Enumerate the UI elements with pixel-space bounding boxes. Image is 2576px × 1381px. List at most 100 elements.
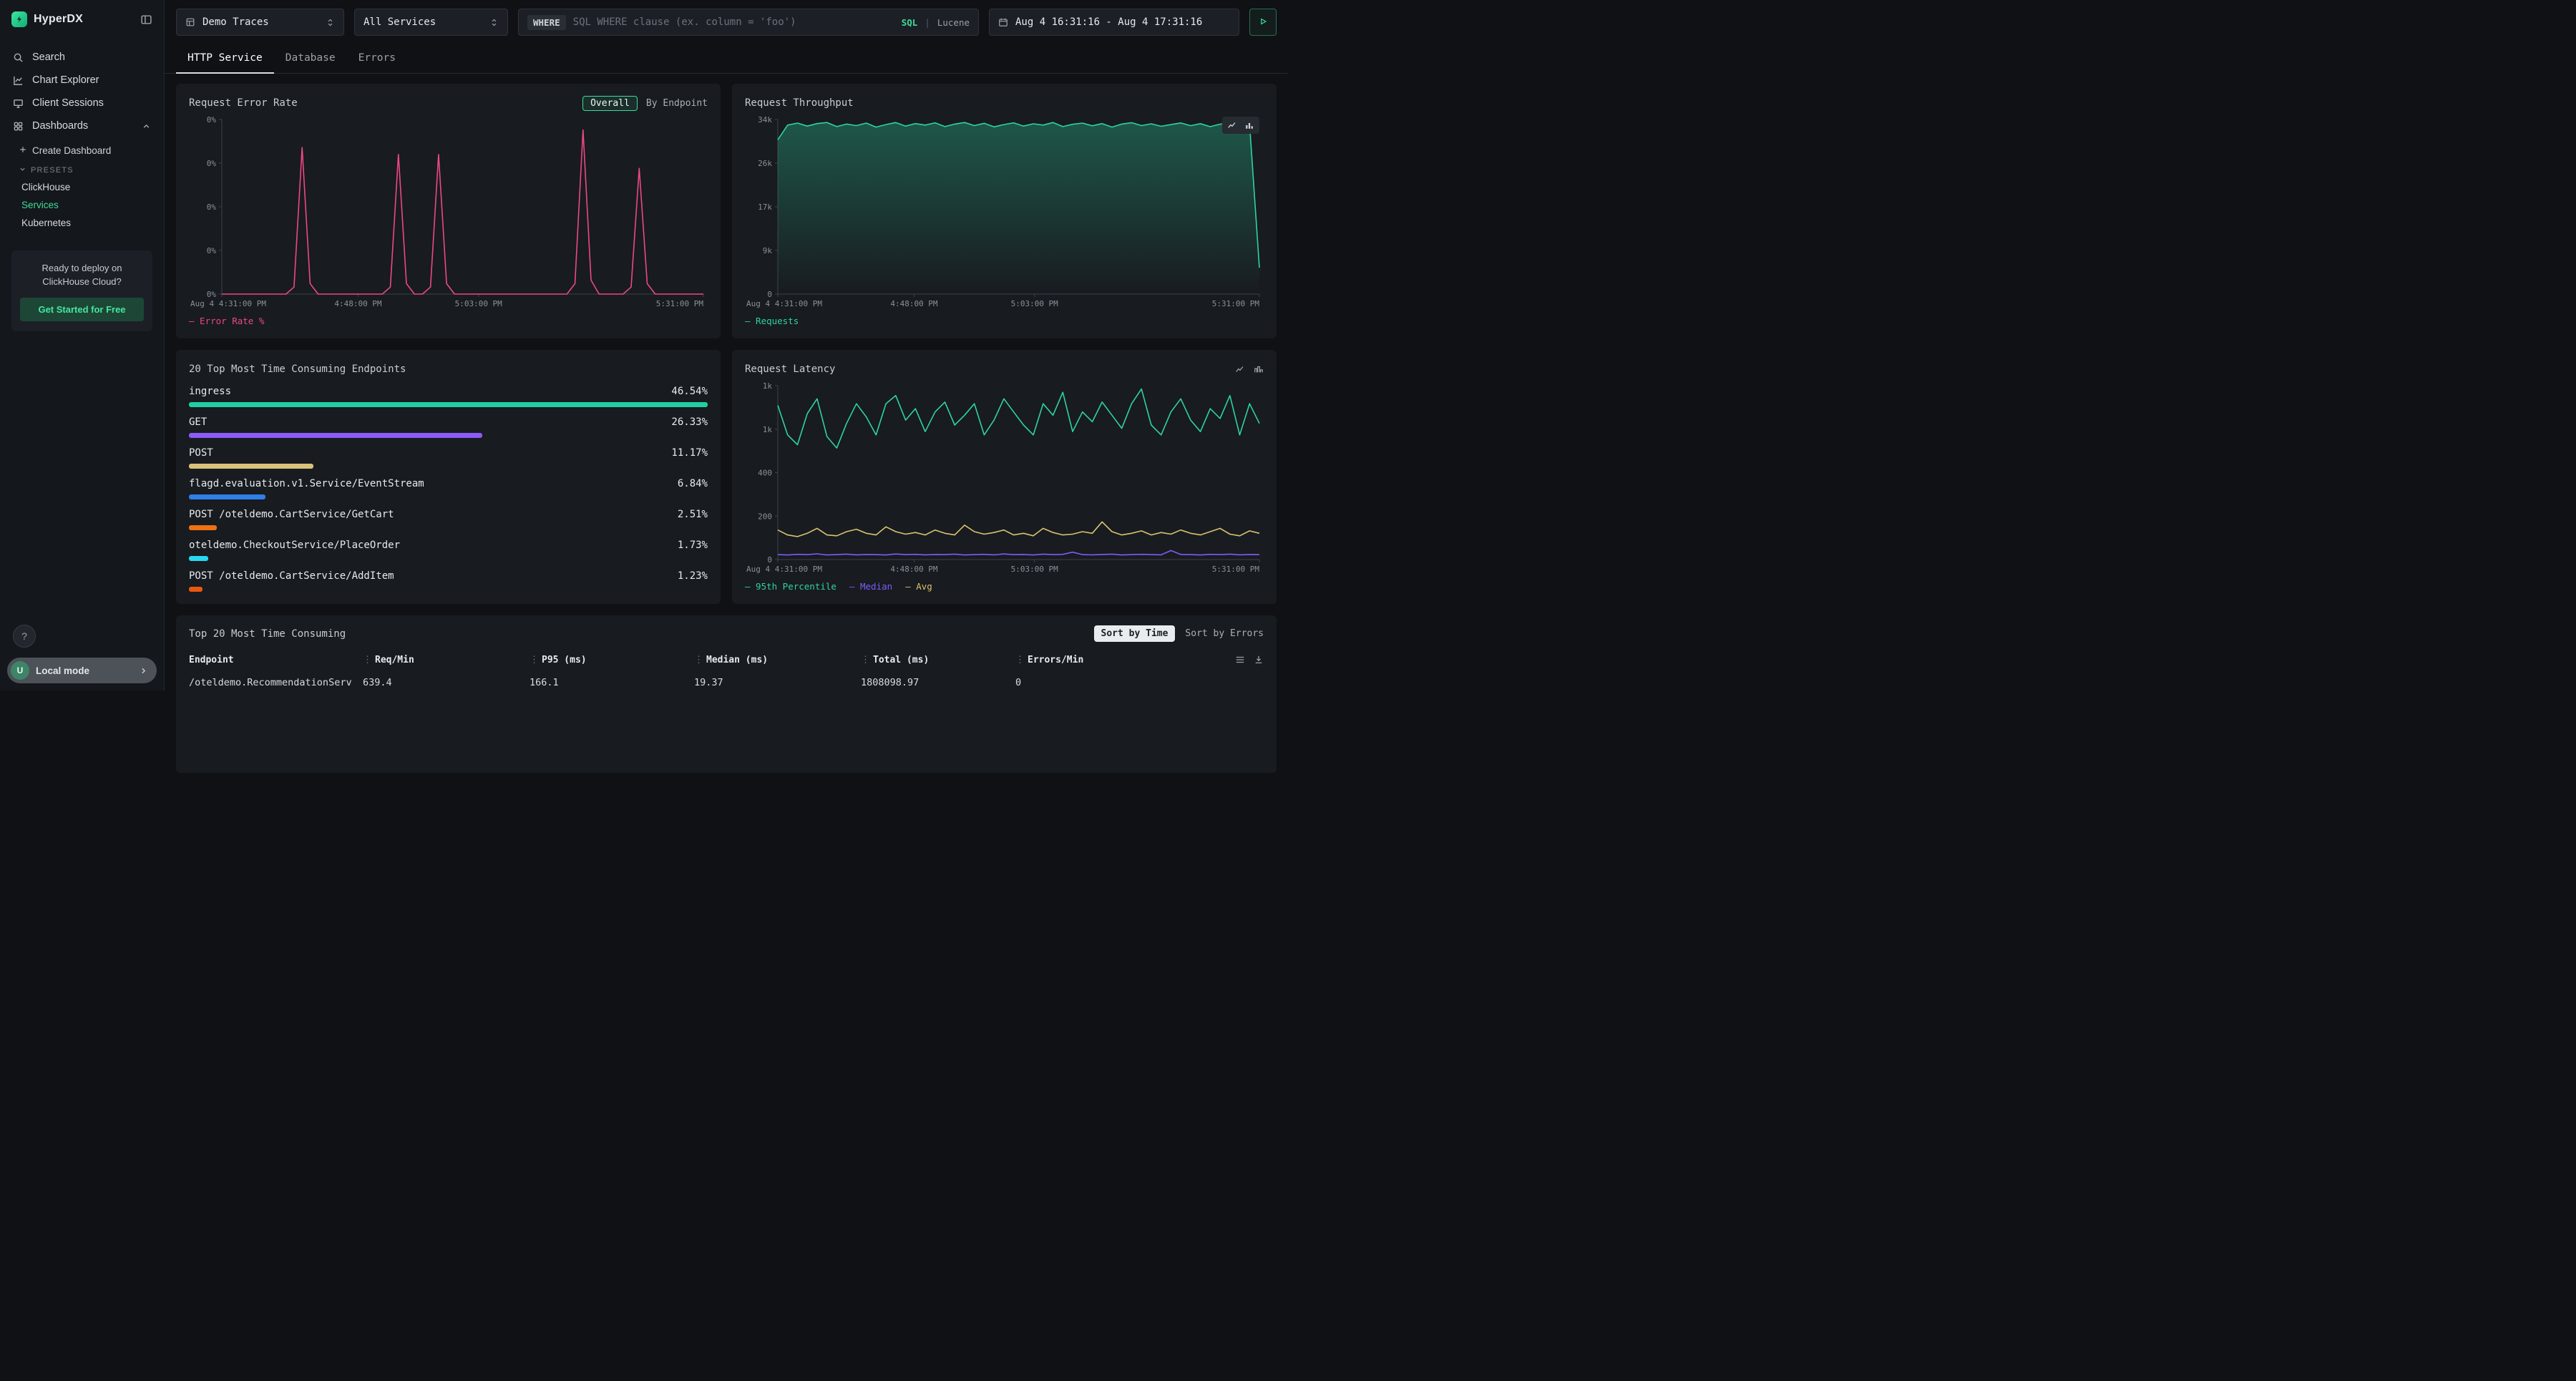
endpoint-bar-item[interactable]: flagd.evaluation.v1.Service/EventStream6… — [189, 478, 708, 499]
sidebar-item-search[interactable]: Search — [0, 46, 164, 69]
time-range-value: Aug 4 16:31:16 - Aug 4 17:31:16 — [1015, 16, 1202, 28]
svg-text:0: 0 — [767, 290, 772, 299]
column-menu-icon[interactable]: ⋮ — [1015, 655, 1025, 665]
legend-item[interactable]: — Median — [849, 581, 892, 594]
sidebar-item-clickhouse[interactable]: ClickHouse — [0, 178, 164, 196]
source-select-value: Demo Traces — [203, 16, 318, 28]
table-cell: 19.37 — [694, 677, 855, 688]
rows-icon[interactable] — [1235, 655, 1245, 665]
presets-toggle[interactable]: PRESETS — [0, 161, 164, 178]
svg-text:0%: 0% — [207, 115, 217, 125]
panel-request-error-rate: Request Error Rate Overall By Endpoint 0… — [176, 84, 721, 338]
legend-item[interactable]: — Avg — [905, 581, 932, 594]
svg-text:5:31:00 PM: 5:31:00 PM — [656, 299, 704, 308]
sidebar-item-chart-explorer[interactable]: Chart Explorer — [0, 69, 164, 92]
svg-text:0: 0 — [767, 555, 772, 565]
svg-text:4:48:00 PM: 4:48:00 PM — [890, 565, 938, 574]
sidebar-item-client-sessions[interactable]: Client Sessions — [0, 92, 164, 114]
legend-item[interactable]: — Error Rate % — [189, 316, 264, 328]
col-req-min[interactable]: ⋮Req/Min — [363, 655, 524, 665]
language-sql-toggle[interactable]: SQL — [902, 17, 918, 28]
chart-type-toggle — [1235, 364, 1264, 374]
tab-errors[interactable]: Errors — [347, 44, 407, 74]
sidebar-item-kubernetes[interactable]: Kubernetes — [0, 214, 164, 232]
column-menu-icon[interactable]: ⋮ — [694, 655, 703, 665]
latency-legend: — 95th Percentile — Median — Avg — [745, 581, 1264, 594]
endpoint-bar-item[interactable]: POST11.17% — [189, 447, 708, 469]
run-query-button[interactable] — [1249, 9, 1277, 36]
search-input[interactable] — [573, 16, 894, 28]
help-button[interactable]: ? — [13, 625, 36, 648]
col-errors-min[interactable]: ⋮Errors/Min — [1015, 655, 1215, 665]
search-icon — [13, 52, 24, 63]
svg-text:5:31:00 PM: 5:31:00 PM — [1212, 565, 1260, 574]
where-chip: WHERE — [527, 15, 566, 30]
endpoint-label: POST /oteldemo.CartService/GetCart — [189, 509, 394, 520]
sidebar-header: HyperDX — [0, 0, 164, 36]
table-row[interactable]: /oteldemo.RecommendationServ639.4166.119… — [189, 677, 1264, 688]
sort-by-errors-button[interactable]: Sort by Errors — [1185, 628, 1264, 639]
endpoint-bar — [189, 402, 708, 407]
panel-top-time-consuming-table: Top 20 Most Time Consuming Sort by Time … — [176, 615, 1277, 773]
svg-text:Aug 4 4:31:00 PM: Aug 4 4:31:00 PM — [746, 299, 822, 308]
svg-text:Aug 4 4:31:00 PM: Aug 4 4:31:00 PM — [190, 299, 266, 308]
col-p95[interactable]: ⋮P95 (ms) — [530, 655, 688, 665]
error-rate-chart[interactable]: 0%0%0%0%0%Aug 4 4:31:00 PM4:48:00 PM5:03… — [189, 112, 708, 313]
col-total[interactable]: ⋮Total (ms) — [861, 655, 1010, 665]
local-mode-pill[interactable]: U Local mode — [7, 658, 157, 683]
endpoint-bar-item[interactable]: ingress46.54% — [189, 386, 708, 407]
endpoint-bar-item[interactable]: GET26.33% — [189, 416, 708, 438]
sort-by-time-button[interactable]: Sort by Time — [1094, 625, 1176, 642]
sidebar-item-dashboards[interactable]: Dashboards — [0, 114, 164, 137]
line-chart-icon[interactable] — [1227, 120, 1237, 130]
sidebar-item-label: Search — [32, 52, 65, 63]
sidebar-collapse-icon[interactable] — [140, 14, 152, 26]
get-started-button[interactable]: Get Started for Free — [20, 298, 144, 321]
presets-label: PRESETS — [31, 166, 74, 175]
panel-title: 20 Top Most Time Consuming Endpoints — [189, 363, 406, 375]
throughput-chart[interactable]: 09k17k26k34kAug 4 4:31:00 PM4:48:00 PM5:… — [745, 112, 1264, 313]
column-menu-icon[interactable]: ⋮ — [530, 655, 539, 665]
endpoint-label: ingress — [189, 386, 231, 397]
table-cell: /oteldemo.RecommendationServ — [189, 677, 357, 688]
chart-line-icon — [13, 75, 24, 86]
language-lucene-toggle[interactable]: Lucene — [937, 17, 970, 28]
overall-toggle[interactable]: Overall — [582, 96, 638, 111]
panel-title: Request Latency — [745, 363, 835, 375]
table-cell: 166.1 — [530, 677, 688, 688]
tab-database[interactable]: Database — [274, 44, 347, 74]
legend-item[interactable]: — 95th Percentile — [745, 581, 836, 594]
histogram-icon[interactable] — [1254, 364, 1264, 374]
col-endpoint[interactable]: Endpoint — [189, 655, 357, 665]
svg-text:0%: 0% — [207, 290, 217, 299]
create-dashboard-label: Create Dashboard — [32, 145, 111, 156]
source-select[interactable]: Demo Traces — [176, 9, 344, 36]
bar-chart-icon[interactable] — [1244, 120, 1254, 130]
line-chart-icon[interactable] — [1235, 364, 1245, 374]
column-menu-icon[interactable]: ⋮ — [363, 655, 372, 665]
service-select[interactable]: All Services — [354, 9, 508, 36]
download-icon[interactable] — [1254, 655, 1264, 665]
endpoint-bar-item[interactable]: oteldemo.CheckoutService/PlaceOrder1.73% — [189, 540, 708, 561]
tab-http-service[interactable]: HTTP Service — [176, 44, 274, 74]
service-tabs: HTTP Service Database Errors — [165, 44, 1288, 74]
endpoint-bar — [189, 556, 208, 561]
sidebar-footer: ? U Local mode — [0, 625, 164, 690]
endpoint-value: 1.23% — [678, 570, 708, 582]
dashboards-submenu: Create Dashboard PRESETS ClickHouse Serv… — [0, 137, 164, 233]
column-menu-icon[interactable]: ⋮ — [861, 655, 870, 665]
sidebar-nav: Search Chart Explorer Client Sessions Da… — [0, 46, 164, 233]
create-dashboard-button[interactable]: Create Dashboard — [0, 140, 164, 161]
search-box[interactable]: WHERE SQL | Lucene — [518, 9, 979, 36]
by-endpoint-toggle[interactable]: By Endpoint — [646, 98, 708, 109]
latency-chart[interactable]: 02004001k1kAug 4 4:31:00 PM4:48:00 PM5:0… — [745, 379, 1264, 578]
grid-icon — [13, 121, 24, 132]
col-median[interactable]: ⋮Median (ms) — [694, 655, 855, 665]
endpoint-bar-item[interactable]: POST /oteldemo.CartService/AddItem1.23% — [189, 570, 708, 592]
endpoint-bar-item[interactable]: POST /oteldemo.CartService/GetCart2.51% — [189, 509, 708, 530]
legend-item[interactable]: — Requests — [745, 316, 799, 328]
sidebar-item-services[interactable]: Services — [0, 196, 164, 214]
panel-request-throughput: Request Throughput 09k17k26k34kAug 4 4:3… — [732, 84, 1277, 338]
time-range-picker[interactable]: Aug 4 16:31:16 - Aug 4 17:31:16 — [989, 9, 1239, 36]
hyperdx-logo-icon — [11, 11, 27, 27]
